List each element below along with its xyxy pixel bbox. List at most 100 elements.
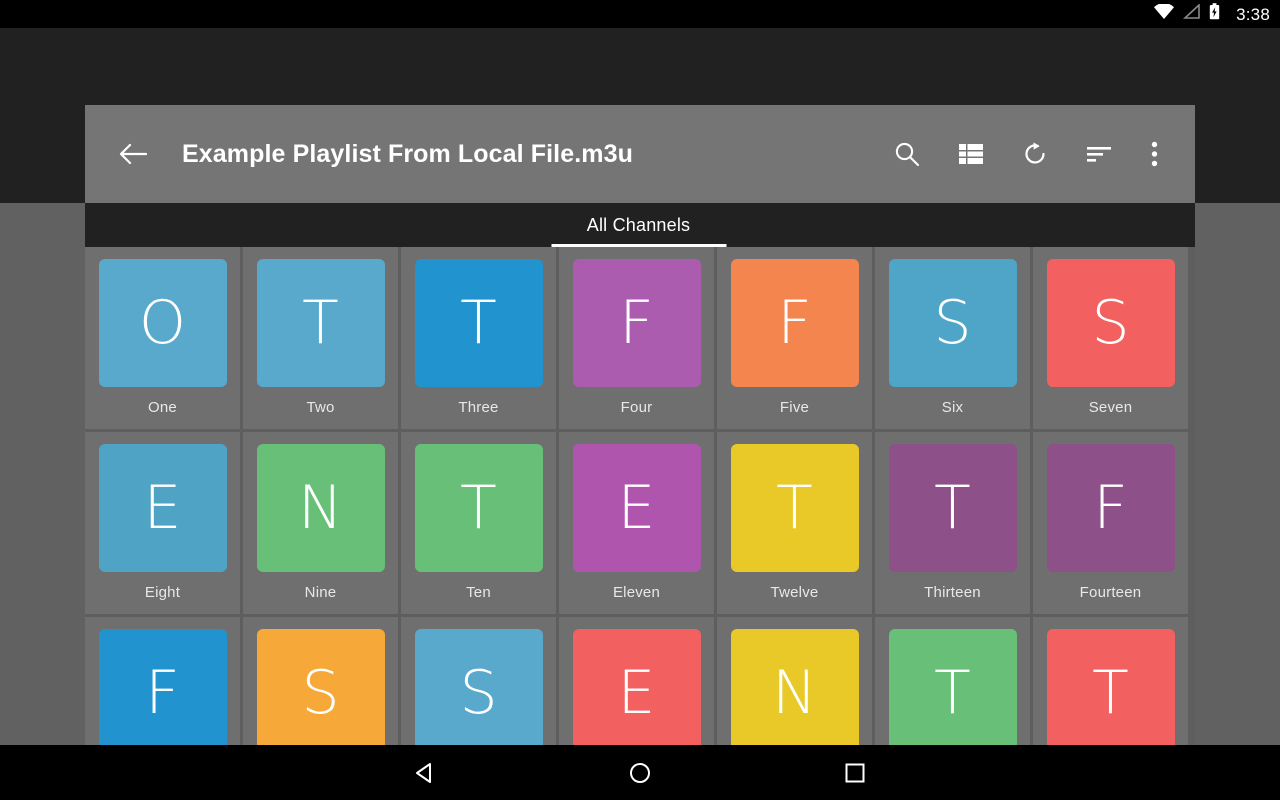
battery-charging-icon <box>1209 3 1220 25</box>
channel-initial: T <box>1092 658 1129 728</box>
channel-initial: F <box>619 288 654 358</box>
toolbar-actions <box>875 126 1177 182</box>
android-screen: 3:38 Example Playlist From Local File.m3… <box>0 0 1280 800</box>
grid-row: O One T Two T Three F Four F Five S Six … <box>85 247 1195 429</box>
channel-initial: T <box>934 473 971 543</box>
status-time: 3:38 <box>1236 4 1270 24</box>
channel-cell[interactable]: F Fourteen <box>1033 432 1188 614</box>
channel-tile: F <box>1046 444 1175 572</box>
nav-home-icon[interactable] <box>580 745 700 800</box>
channel-label: Ten <box>466 584 491 601</box>
channel-cell[interactable]: T Three <box>401 247 556 429</box>
channel-tile: E <box>572 444 701 572</box>
tab-all-channels-label: All Channels <box>586 214 691 235</box>
status-bar: 3:38 <box>0 0 1280 28</box>
nav-recents-icon[interactable] <box>795 745 915 800</box>
channel-label: Eleven <box>612 584 661 601</box>
wifi-icon <box>1154 2 1175 24</box>
channel-initial: T <box>460 473 497 543</box>
channel-tile: S <box>888 259 1017 387</box>
channel-cell[interactable]: T Twentyone <box>1033 617 1188 745</box>
cellular-signal-icon <box>1183 3 1200 24</box>
channel-cell[interactable]: F Four <box>559 247 714 429</box>
channel-initial: F <box>145 658 180 728</box>
channel-tile: F <box>98 629 227 745</box>
grid-row: E Eight N Nine T Ten E Eleven T Twelve T… <box>85 432 1195 614</box>
channel-tile: N <box>730 629 859 745</box>
channel-cell[interactable]: T Twelve <box>717 432 872 614</box>
channel-cell[interactable]: S Seventeen <box>401 617 556 745</box>
channel-label: Nine <box>304 584 337 601</box>
channel-tile: S <box>1046 259 1175 387</box>
channel-tile: T <box>888 444 1017 572</box>
channel-initial: S <box>459 658 498 728</box>
channel-label: Three <box>458 399 499 416</box>
channel-tile: T <box>256 259 385 387</box>
channel-cell[interactable]: O One <box>85 247 240 429</box>
channel-label: Six <box>941 399 964 416</box>
system-nav-bar <box>0 745 1280 800</box>
channel-tile: T <box>1046 629 1175 745</box>
refresh-icon[interactable] <box>1003 126 1067 182</box>
channel-cell[interactable]: F Five <box>717 247 872 429</box>
channel-cell[interactable]: T Twenty <box>875 617 1030 745</box>
channel-tile: E <box>572 629 701 745</box>
channel-initial: T <box>776 473 813 543</box>
channel-label: Five <box>779 399 810 416</box>
channel-tile: E <box>98 444 227 572</box>
channel-initial: N <box>772 658 817 728</box>
sort-icon[interactable] <box>1067 126 1131 182</box>
channel-label: Fourteen <box>1079 584 1142 601</box>
channel-cell[interactable]: T Ten <box>401 432 556 614</box>
letterbox-left <box>0 28 85 203</box>
view-list-icon[interactable] <box>939 126 1003 182</box>
search-icon[interactable] <box>875 126 939 182</box>
channel-tile: S <box>414 629 543 745</box>
channel-tile: T <box>888 629 1017 745</box>
channel-label: Four <box>620 399 653 416</box>
channel-cell[interactable]: T Thirteen <box>875 432 1030 614</box>
back-arrow-icon[interactable] <box>109 130 157 178</box>
channel-cell[interactable]: F Fifteen <box>85 617 240 745</box>
channel-cell[interactable]: S Six <box>875 247 1030 429</box>
channel-initial: E <box>617 473 656 543</box>
channel-tile: T <box>414 444 543 572</box>
channel-label: Seven <box>1088 399 1133 416</box>
channel-label: Thirteen <box>924 584 981 601</box>
channel-initial: N <box>298 473 343 543</box>
channel-cell[interactable]: N Nineteen <box>717 617 872 745</box>
channel-initial: E <box>143 473 182 543</box>
channel-tile: F <box>730 259 859 387</box>
channel-label: One <box>148 399 177 416</box>
channel-grid[interactable]: O One T Two T Three F Four F Five S Six … <box>85 247 1195 745</box>
nav-back-icon[interactable] <box>365 745 485 800</box>
channel-cell[interactable]: T Two <box>243 247 398 429</box>
channel-label: Two <box>306 399 335 416</box>
channel-initial: T <box>934 658 971 728</box>
channel-initial: E <box>617 658 656 728</box>
overflow-menu-icon[interactable] <box>1131 126 1177 182</box>
channel-initial: S <box>1091 288 1130 358</box>
app-toolbar: Example Playlist From Local File.m3u <box>85 105 1195 203</box>
page-title: Example Playlist From Local File.m3u <box>182 139 633 168</box>
channel-initial: O <box>138 288 187 358</box>
channel-tile: T <box>414 259 543 387</box>
channel-cell[interactable]: S Seven <box>1033 247 1188 429</box>
channel-cell[interactable]: S Sixteen <box>243 617 398 745</box>
channel-label: Twelve <box>770 584 819 601</box>
channel-label: Eight <box>144 584 181 601</box>
channel-cell[interactable]: E Eleven <box>559 432 714 614</box>
channel-cell[interactable]: N Nine <box>243 432 398 614</box>
channel-initial: S <box>933 288 972 358</box>
channel-cell[interactable]: E Eight <box>85 432 240 614</box>
channel-initial: T <box>302 288 339 358</box>
channel-cell[interactable]: E Eighteen <box>559 617 714 745</box>
letterbox-right <box>1195 28 1280 203</box>
channel-tile: S <box>256 629 385 745</box>
tab-all-channels[interactable]: All Channels <box>551 203 726 247</box>
tab-strip: All Channels News <box>85 203 1195 247</box>
channel-initial: F <box>777 288 812 358</box>
grid-row: F Fifteen S Sixteen S Seventeen E <box>85 617 1195 745</box>
channel-tile: F <box>572 259 701 387</box>
channel-tile: T <box>730 444 859 572</box>
